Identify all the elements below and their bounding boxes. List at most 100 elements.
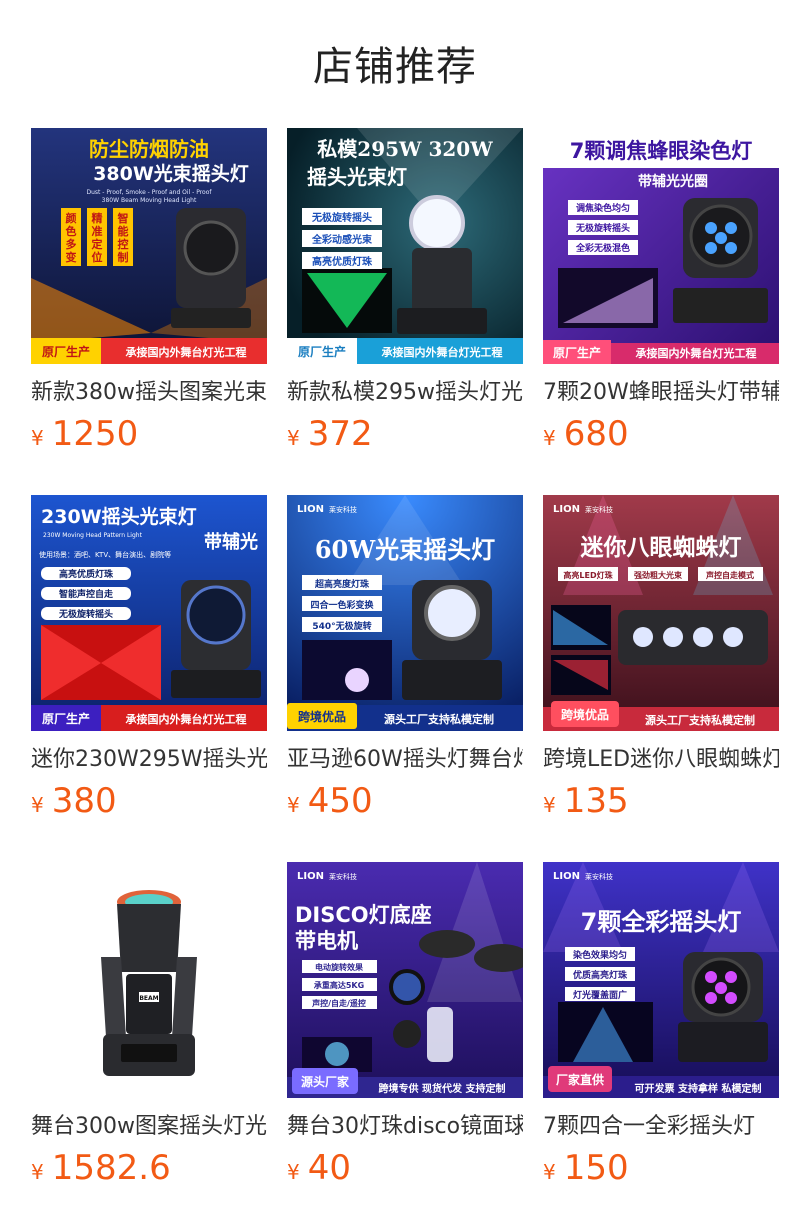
svg-text:莱安科技: 莱安科技 — [329, 872, 357, 881]
svg-text:承接国内外舞台灯光工程: 承接国内外舞台灯光工程 — [382, 345, 503, 359]
currency-symbol: ¥ — [31, 426, 44, 450]
svg-text:540°无极旋转: 540°无极旋转 — [312, 620, 371, 632]
svg-text:LION: LION — [553, 504, 580, 515]
svg-text:原厂生产: 原厂生产 — [298, 344, 346, 359]
price-value: 380 — [51, 781, 117, 821]
currency-symbol: ¥ — [287, 793, 300, 817]
svg-text:60W光束摇头灯: 60W光束摇头灯 — [315, 535, 495, 564]
svg-text:防尘防烟防油: 防尘防烟防油 — [89, 137, 209, 161]
product-card[interactable]: BEAM 舞台300w图案摇头灯光束灯 ¥1582.6 — [31, 862, 267, 1202]
price-value: 1582.6 — [51, 1148, 171, 1188]
price-value: 372 — [307, 414, 373, 454]
product-name[interactable]: 舞台30灯珠disco镜面球底座 — [287, 1109, 523, 1145]
feature-tag-char: 定 — [92, 237, 103, 251]
price-value: 680 — [563, 414, 629, 454]
currency-symbol: ¥ — [543, 793, 556, 817]
currency-symbol: ¥ — [287, 1160, 300, 1184]
price-value: 1250 — [51, 414, 139, 454]
svg-text:源头工厂支持私模定制: 源头工厂支持私模定制 — [384, 712, 494, 726]
product-image[interactable]: 230W摇头光束灯 带辅光 230W Moving Head Pattern L… — [31, 495, 267, 731]
svg-text:可开发票 支持拿样 私模定制: 可开发票 支持拿样 私模定制 — [635, 1082, 762, 1095]
svg-text:源头工厂支持私模定制: 源头工厂支持私模定制 — [645, 713, 755, 727]
product-name[interactable]: 舞台300w图案摇头灯光束灯 — [31, 1109, 267, 1145]
svg-text:源头厂家: 源头厂家 — [301, 1074, 350, 1089]
svg-text:莱安科技: 莱安科技 — [329, 505, 357, 514]
product-name[interactable]: 亚马逊60W摇头灯舞台灯光 — [287, 742, 523, 778]
product-image[interactable]: LION 莱安科技 60W光束摇头灯 超高亮度灯珠 四合一色彩变换 540°无极… — [287, 495, 523, 731]
svg-text:带辅光光圈: 带辅光光圈 — [638, 173, 708, 190]
product-image[interactable]: 私模295W 320W 摇头光束灯 无极旋转摇头 全彩动感光束 高亮优质灯珠 原… — [287, 128, 523, 364]
svg-text:DISCO灯底座: DISCO灯底座 — [295, 903, 432, 927]
svg-text:跨境专供 现货代发 支持定制: 跨境专供 现货代发 支持定制 — [379, 1082, 506, 1095]
feature-tag-char: 控 — [118, 237, 129, 251]
product-price: ¥450 — [287, 781, 373, 825]
product-name[interactable]: 迷你230W295W摇头光束灯 — [31, 742, 267, 778]
product-image[interactable]: 7颗调焦蜂眼染色灯 带辅光光圈 调焦染色均匀 无极旋转摇头 全彩无极混色 原厂生… — [543, 128, 779, 364]
feature-tag-char: 颜 — [66, 211, 77, 225]
svg-text:使用场景：酒吧、KTV、舞台演出、剧院等: 使用场景：酒吧、KTV、舞台演出、剧院等 — [39, 550, 171, 559]
svg-text:染色效果均匀: 染色效果均匀 — [572, 949, 627, 961]
product-name[interactable]: 7颗20W蜂眼摇头灯带辅光光圈 — [543, 375, 779, 411]
svg-text:超高亮度灯珠: 超高亮度灯珠 — [314, 578, 370, 590]
svg-text:无极旋转摇头: 无极旋转摇头 — [575, 222, 630, 234]
product-image[interactable]: LION 莱安科技 迷你八眼蜘蛛灯 高亮LED灯珠 强劲粗大光束 声控自走模式 … — [543, 495, 779, 731]
product-card[interactable]: 230W摇头光束灯 带辅光 230W Moving Head Pattern L… — [31, 495, 267, 835]
product-card[interactable]: LION 莱安科技 7颗全彩摇头灯 染色效果均匀 优质高亮灯珠 灯光覆盖面广 厂… — [543, 862, 779, 1202]
product-name[interactable]: 新款380w摇头图案光束灯 — [31, 375, 267, 411]
product-name[interactable]: 7颗四合一全彩摇头灯 — [543, 1109, 779, 1145]
svg-text:高亮优质灯珠: 高亮优质灯珠 — [59, 568, 114, 580]
product-price: ¥135 — [543, 781, 629, 825]
svg-text:莱安科技: 莱安科技 — [585, 872, 613, 881]
svg-text:承接国内外舞台灯光工程: 承接国内外舞台灯光工程 — [126, 345, 247, 359]
svg-text:原厂生产: 原厂生产 — [42, 711, 90, 726]
product-name[interactable]: 跨境LED迷你八眼蜘蛛灯 — [543, 742, 779, 778]
svg-text:无极旋转摇头: 无极旋转摇头 — [58, 608, 113, 620]
svg-text:带电机: 带电机 — [295, 929, 358, 953]
feature-tag-char: 位 — [92, 250, 103, 264]
product-card[interactable]: 7颗调焦蜂眼染色灯 带辅光光圈 调焦染色均匀 无极旋转摇头 全彩无极混色 原厂生… — [543, 128, 779, 468]
currency-symbol: ¥ — [31, 1160, 44, 1184]
svg-text:380W光束摇头灯: 380W光束摇头灯 — [93, 162, 249, 185]
svg-text:跨境优品: 跨境优品 — [561, 707, 609, 722]
product-price: ¥40 — [287, 1148, 351, 1192]
product-card[interactable]: LION 莱安科技 60W光束摇头灯 超高亮度灯珠 四合一色彩变换 540°无极… — [287, 495, 523, 835]
product-card[interactable]: 私模295W 320W 摇头光束灯 无极旋转摇头 全彩动感光束 高亮优质灯珠 原… — [287, 128, 523, 468]
svg-text:声控自走模式: 声控自走模式 — [705, 570, 754, 580]
currency-symbol: ¥ — [543, 426, 556, 450]
svg-text:230W Moving Head Pattern Light: 230W Moving Head Pattern Light — [43, 532, 143, 539]
feature-tag-char: 准 — [92, 224, 103, 238]
svg-text:优质高亮灯珠: 优质高亮灯珠 — [573, 969, 628, 981]
product-image[interactable]: LION 莱安科技 DISCO灯底座 带电机 电动旋转效果 承重高达5KG 声控… — [287, 862, 523, 1098]
product-name[interactable]: 新款私模295w摇头灯光束灯 — [287, 375, 523, 411]
svg-text:电动旋转效果: 电动旋转效果 — [315, 962, 363, 972]
svg-text:高亮LED灯珠: 高亮LED灯珠 — [563, 570, 613, 580]
svg-text:承接国内外舞台灯光工程: 承接国内外舞台灯光工程 — [636, 346, 757, 360]
product-image[interactable]: 防尘防烟防油 380W光束摇头灯 Dust - Proof, Smoke - P… — [31, 128, 267, 364]
product-card[interactable]: 防尘防烟防油 380W光束摇头灯 Dust - Proof, Smoke - P… — [31, 128, 267, 468]
feature-tag-char: 智 — [118, 211, 129, 225]
feature-tag-char: 能 — [118, 224, 129, 238]
price-value: 450 — [307, 781, 373, 821]
svg-text:BEAM: BEAM — [139, 995, 158, 1002]
product-card[interactable]: LION 莱安科技 迷你八眼蜘蛛灯 高亮LED灯珠 强劲粗大光束 声控自走模式 … — [543, 495, 779, 835]
feature-tag-char: 色 — [66, 224, 77, 238]
svg-text:强劲粗大光束: 强劲粗大光束 — [634, 570, 683, 580]
svg-text:LION: LION — [297, 504, 324, 515]
product-image[interactable]: BEAM — [31, 862, 267, 1098]
product-price: ¥680 — [543, 414, 629, 458]
svg-text:7颗调焦蜂眼染色灯: 7颗调焦蜂眼染色灯 — [570, 139, 753, 163]
svg-text:调焦染色均匀: 调焦染色均匀 — [576, 202, 630, 214]
svg-text:原厂生产: 原厂生产 — [42, 344, 90, 359]
feature-tag-char: 制 — [118, 250, 129, 264]
currency-symbol: ¥ — [31, 793, 44, 817]
svg-text:摇头光束灯: 摇头光束灯 — [307, 165, 407, 189]
product-image[interactable]: LION 莱安科技 7颗全彩摇头灯 染色效果均匀 优质高亮灯珠 灯光覆盖面广 厂… — [543, 862, 779, 1098]
feature-tag-char: 多 — [66, 237, 77, 251]
svg-text:私模295W 320W: 私模295W 320W — [317, 137, 493, 161]
svg-text:原厂生产: 原厂生产 — [553, 345, 601, 360]
product-price: ¥380 — [31, 781, 117, 825]
price-value: 40 — [307, 1148, 351, 1188]
product-price: ¥150 — [543, 1148, 629, 1192]
product-card[interactable]: LION 莱安科技 DISCO灯底座 带电机 电动旋转效果 承重高达5KG 声控… — [287, 862, 523, 1202]
svg-text:无极旋转摇头: 无极旋转摇头 — [311, 211, 372, 224]
